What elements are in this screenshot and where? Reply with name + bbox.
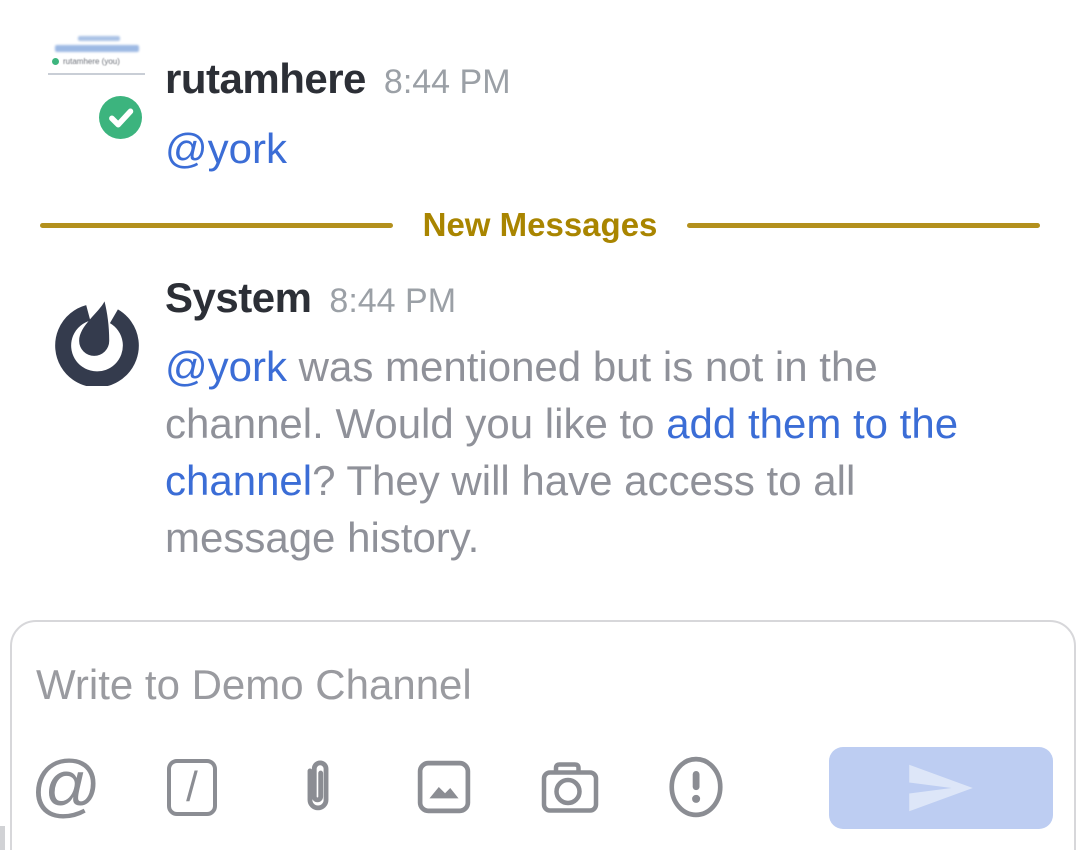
user-avatar[interactable]: rutamhere (you) bbox=[48, 33, 148, 137]
system-timestamp: 8:44 PM bbox=[329, 282, 456, 321]
check-status-badge bbox=[99, 96, 142, 139]
avatar-skeleton-line bbox=[78, 36, 120, 41]
image-gallery-icon bbox=[417, 760, 471, 814]
send-icon bbox=[905, 760, 977, 816]
message-composer: @ / bbox=[10, 620, 1076, 850]
paperclip-icon bbox=[300, 757, 336, 817]
composer-toolbar: @ / bbox=[30, 745, 732, 829]
send-button[interactable] bbox=[829, 747, 1053, 829]
divider-line bbox=[687, 223, 1040, 228]
new-messages-label: New Messages bbox=[423, 206, 658, 244]
message-timestamp: 8:44 PM bbox=[384, 63, 511, 102]
avatar-caption: rutamhere (you) bbox=[63, 57, 120, 66]
screen-edge-strip bbox=[0, 826, 5, 850]
avatar-skeleton-line bbox=[55, 45, 139, 52]
username[interactable]: rutamhere bbox=[165, 55, 366, 103]
system-username: System bbox=[165, 274, 311, 322]
priority-exclamation-icon bbox=[668, 755, 724, 819]
at-mention-button[interactable]: @ bbox=[30, 745, 102, 829]
system-avatar bbox=[50, 292, 144, 386]
chat-screen: rutamhere (you) rutamhere 8:44 PM @york … bbox=[0, 0, 1080, 850]
divider-line bbox=[40, 223, 393, 228]
message-header: rutamhere 8:44 PM bbox=[165, 55, 511, 103]
avatar-user-row: rutamhere (you) bbox=[52, 57, 120, 66]
at-mention-icon: @ bbox=[30, 750, 101, 820]
priority-button[interactable] bbox=[660, 745, 732, 829]
message-input[interactable] bbox=[36, 656, 936, 714]
mention-link[interactable]: @york bbox=[165, 125, 287, 173]
slash-command-button[interactable]: / bbox=[156, 745, 228, 829]
image-gallery-button[interactable] bbox=[408, 745, 480, 829]
avatar-divider bbox=[48, 73, 145, 75]
mattermost-logo-icon bbox=[50, 292, 144, 386]
system-message-header: System 8:44 PM bbox=[165, 274, 456, 322]
mention-link[interactable]: @york bbox=[165, 343, 287, 390]
camera-icon bbox=[541, 760, 599, 814]
system-message-body: @york was mentioned but is not in the ch… bbox=[165, 338, 1023, 566]
slash-command-icon: / bbox=[167, 759, 217, 816]
online-dot-icon bbox=[52, 58, 59, 65]
new-messages-divider: New Messages bbox=[40, 205, 1040, 245]
check-icon bbox=[107, 104, 135, 132]
avatar-image: rutamhere (you) bbox=[48, 33, 145, 80]
camera-button[interactable] bbox=[534, 745, 606, 829]
attach-file-button[interactable] bbox=[282, 745, 354, 829]
